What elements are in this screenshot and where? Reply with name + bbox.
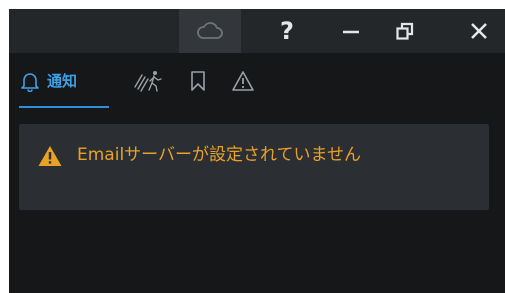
notification-message: Emailサーバーが設定されていません [19, 124, 489, 210]
title-bar: ? [9, 9, 505, 53]
tab-bar: 通知 [9, 53, 505, 108]
motion-detection-icon [134, 70, 162, 92]
message-warning-icon-wrap [38, 145, 62, 167]
help-icon: ? [280, 17, 294, 45]
minimize-icon [343, 30, 359, 34]
help-button[interactable]: ? [261, 9, 313, 53]
tab-warnings[interactable] [231, 53, 271, 108]
tab-notifications-label: 通知 [47, 72, 78, 90]
tab-notifications[interactable]: 通知 [19, 53, 109, 108]
active-tab-indicator [19, 106, 109, 108]
tab-bookmarks[interactable] [190, 53, 220, 108]
minimize-button[interactable] [325, 9, 377, 53]
warning-icon [232, 70, 254, 91]
bookmark-icon [191, 70, 205, 91]
warning-icon [38, 146, 62, 166]
bell-icon [21, 72, 39, 92]
restore-button[interactable] [379, 9, 431, 53]
close-icon [471, 23, 487, 39]
cloud-icon [197, 22, 223, 39]
tab-motion[interactable] [133, 53, 173, 108]
restore-icon [396, 22, 414, 40]
message-text: Emailサーバーが設定されていません [77, 145, 361, 165]
cloud-button[interactable] [179, 9, 241, 53]
notification-panel: ? 通知 Emailサーバーが設定されていません [9, 9, 505, 293]
close-button[interactable] [453, 9, 505, 53]
